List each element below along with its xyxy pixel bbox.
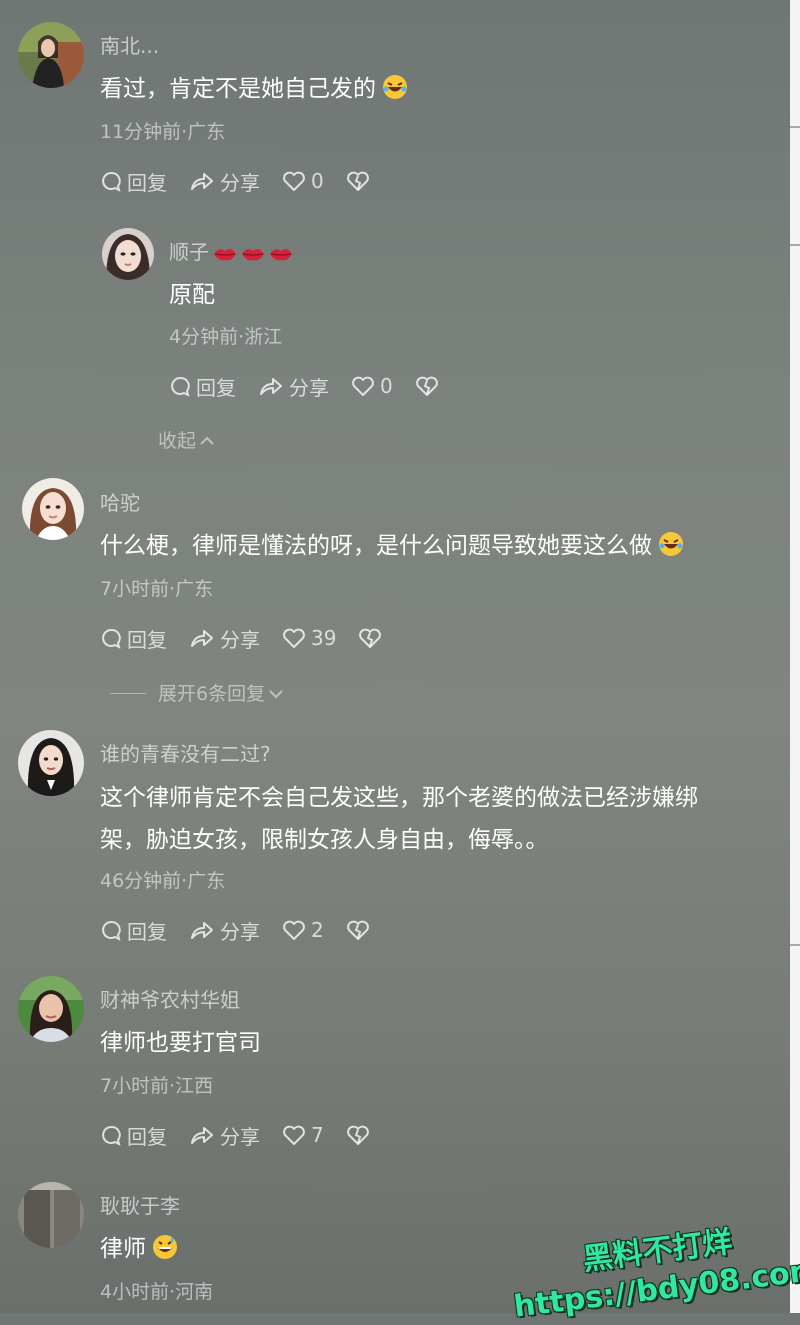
comment-text: 原配 — [169, 282, 215, 308]
avatar[interactable] — [22, 478, 84, 540]
lips-icon — [214, 249, 236, 261]
comment-bubble-icon — [171, 376, 190, 397]
lips-icon — [242, 249, 264, 261]
chevron-up-icon — [200, 436, 214, 445]
heart-icon — [352, 376, 374, 396]
heart-icon — [283, 628, 305, 648]
share-arrow-icon — [191, 1127, 213, 1144]
dislike-button[interactable] — [358, 627, 387, 649]
heart-icon — [283, 920, 305, 940]
like-count: 2 — [311, 918, 324, 942]
share-button[interactable]: 分享 — [189, 167, 260, 196]
comment-text: 律师 — [100, 1228, 178, 1270]
avatar[interactable] — [102, 228, 154, 280]
like-count: 0 — [380, 374, 393, 398]
comment-text: 律师也要打官司 — [100, 1030, 261, 1056]
rolling-laughing-emoji — [659, 532, 683, 556]
comment-actions: 回复 分享 7 — [100, 1120, 397, 1150]
share-button[interactable]: 分享 — [258, 372, 329, 401]
broken-heart-icon — [346, 171, 369, 191]
comment-actions: 回复 分享 39 — [100, 623, 409, 653]
comment-bubble-icon — [102, 628, 121, 649]
avatar[interactable] — [18, 730, 84, 796]
broken-heart-icon — [415, 376, 438, 396]
like-count: 39 — [311, 626, 337, 650]
share-arrow-icon — [191, 173, 213, 190]
like-button[interactable]: 7 — [282, 1123, 338, 1147]
share-button[interactable]: 分享 — [189, 1121, 260, 1150]
share-arrow-icon — [260, 378, 282, 395]
divider-line — [110, 693, 146, 694]
share-button[interactable]: 分享 — [189, 916, 260, 945]
chevron-down-icon — [269, 690, 283, 699]
broken-heart-icon — [359, 628, 382, 648]
dislike-button[interactable] — [346, 919, 375, 941]
grinning-sweat-emoji — [153, 1235, 177, 1259]
username[interactable]: 哈驼 — [100, 487, 140, 516]
comment-bubble-icon — [102, 171, 121, 192]
rolling-laughing-emoji — [383, 75, 407, 99]
time-location: 46分钟前·广东 — [100, 870, 226, 892]
comment-text: 什么梗，律师是懂法的呀，是什么问题导致她要这么做 — [100, 525, 684, 567]
like-count: 0 — [311, 169, 324, 193]
time-location: 4小时前·河南 — [100, 1281, 214, 1303]
share-arrow-icon — [191, 630, 213, 647]
username[interactable]: 南北... — [100, 30, 159, 59]
like-button[interactable]: 0 — [351, 374, 407, 398]
reply-button[interactable]: 回复 — [100, 624, 167, 653]
collapse-replies-button[interactable]: 收起 — [158, 426, 216, 453]
comment-actions: 回复 分享 2 — [100, 915, 397, 945]
heart-icon — [283, 1125, 305, 1145]
broken-heart-icon — [346, 920, 369, 940]
heart-icon — [283, 171, 305, 191]
comment-text-line-1: 这个律师肯定不会自己发这些，那个老婆的做法已经涉嫌绑 — [100, 785, 698, 811]
like-button[interactable]: 0 — [282, 169, 338, 193]
reply-button[interactable]: 回复 — [100, 167, 167, 196]
username[interactable]: 顺子 — [169, 236, 293, 265]
right-edge-strip — [790, 0, 800, 1313]
reply-button[interactable]: 回复 — [100, 1121, 167, 1150]
username[interactable]: 谁的青春没有二过? — [100, 738, 271, 767]
username[interactable]: 财神爷农村华姐 — [100, 984, 240, 1013]
broken-heart-icon — [346, 1125, 369, 1145]
expand-replies-button[interactable]: 展开6条回复 — [110, 679, 285, 706]
username[interactable]: 耿耿于李 — [100, 1190, 180, 1219]
avatar[interactable] — [18, 22, 84, 88]
comment-bubble-icon — [102, 1125, 121, 1146]
comment-text: 看过，肯定不是她自己发的 — [100, 68, 408, 110]
reply-button[interactable]: 回复 — [100, 916, 167, 945]
share-arrow-icon — [191, 922, 213, 939]
time-location: 7小时前·江西 — [100, 1075, 214, 1097]
like-count: 7 — [311, 1123, 324, 1147]
share-button[interactable]: 分享 — [189, 624, 260, 653]
comment-bubble-icon — [102, 920, 121, 941]
comment-text-line-2: 架，胁迫女孩，限制女孩人身自由，侮辱。。 — [100, 827, 549, 853]
like-button[interactable]: 39 — [282, 626, 350, 650]
reply-button[interactable]: 回复 — [169, 372, 236, 401]
dislike-button[interactable] — [415, 375, 444, 397]
comment-actions: 回复 分享 0 — [169, 371, 466, 401]
like-button[interactable]: 2 — [282, 918, 338, 942]
dislike-button[interactable] — [346, 1124, 375, 1146]
dislike-button[interactable] — [346, 170, 375, 192]
avatar[interactable] — [18, 1182, 84, 1248]
time-location: 7小时前·广东 — [100, 578, 214, 600]
time-location: 11分钟前·广东 — [100, 121, 226, 143]
comment-actions: 回复 分享 0 — [100, 166, 397, 196]
avatar[interactable] — [18, 976, 84, 1042]
lips-icon — [270, 249, 292, 261]
time-location: 4分钟前·浙江 — [169, 326, 283, 348]
